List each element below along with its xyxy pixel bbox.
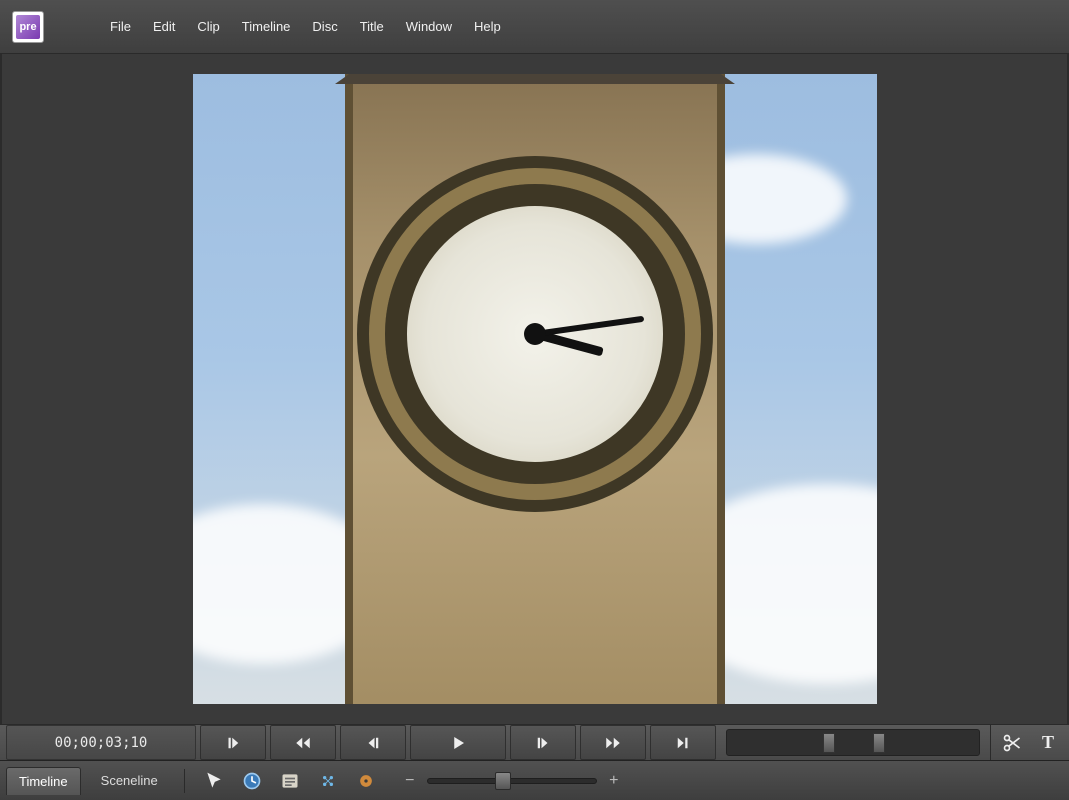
zoom-out-button[interactable]: − <box>401 772 419 790</box>
preview-clock-face <box>385 184 685 484</box>
pointer-icon <box>204 771 224 791</box>
zoom-in-button[interactable]: + <box>605 772 623 790</box>
menu-timeline[interactable]: Timeline <box>240 15 293 38</box>
marker-tool-button[interactable] <box>313 766 343 796</box>
properties-icon <box>280 771 300 791</box>
menu-window[interactable]: Window <box>404 15 454 38</box>
dvd-marker-icon <box>356 771 376 791</box>
menu-title[interactable]: Title <box>358 15 386 38</box>
time-stretch-tool-button[interactable] <box>237 766 267 796</box>
properties-tool-button[interactable] <box>275 766 305 796</box>
step-forward-button[interactable] <box>510 725 576 760</box>
menu-edit[interactable]: Edit <box>151 15 177 38</box>
transport-bar: 00;00;03;10 T <box>0 724 1069 760</box>
divider <box>184 769 185 793</box>
clock-center <box>524 323 546 345</box>
transport-tools: T <box>990 725 1063 760</box>
zoom-slider[interactable] <box>427 778 597 784</box>
menu-bar: pre File Edit Clip Timeline Disc Title W… <box>0 0 1069 54</box>
app-logo-text: pre <box>16 15 40 39</box>
clock-icon <box>242 771 262 791</box>
zoom-control: − + <box>401 772 623 790</box>
preview-tower <box>345 74 725 704</box>
step-forward-icon <box>534 734 552 752</box>
title-tool-button[interactable]: T <box>1033 730 1063 756</box>
rewind-icon <box>294 734 312 752</box>
play-icon <box>449 734 467 752</box>
dvd-marker-tool-button[interactable] <box>351 766 381 796</box>
video-preview[interactable] <box>193 74 877 704</box>
set-in-point-button[interactable] <box>200 725 266 760</box>
shuttle-slider[interactable] <box>726 729 980 756</box>
menu-disc[interactable]: Disc <box>310 15 339 38</box>
play-button[interactable] <box>410 725 506 760</box>
timecode-display[interactable]: 00;00;03;10 <box>6 725 196 760</box>
zoom-slider-thumb[interactable] <box>495 772 511 790</box>
rewind-button[interactable] <box>270 725 336 760</box>
monitor-area <box>0 54 1069 724</box>
tab-sceneline[interactable]: Sceneline <box>89 767 170 794</box>
step-back-icon <box>364 734 382 752</box>
clock-minute-hand <box>534 316 644 337</box>
fast-forward-icon <box>604 734 622 752</box>
selection-tool-button[interactable] <box>199 766 229 796</box>
marker-icon <box>318 771 338 791</box>
split-clip-button[interactable] <box>997 730 1027 756</box>
step-back-button[interactable] <box>340 725 406 760</box>
menu-help[interactable]: Help <box>472 15 503 38</box>
fast-forward-button[interactable] <box>580 725 646 760</box>
set-out-point-button[interactable] <box>650 725 716 760</box>
out-point-icon <box>674 734 692 752</box>
menu-file[interactable]: File <box>108 15 133 38</box>
bottom-bar: Timeline Sceneline <box>0 760 1069 800</box>
menu-clip[interactable]: Clip <box>195 15 221 38</box>
app-logo: pre <box>12 11 44 43</box>
scissors-icon <box>1002 733 1022 753</box>
in-point-icon <box>224 734 242 752</box>
tab-timeline[interactable]: Timeline <box>6 767 81 795</box>
